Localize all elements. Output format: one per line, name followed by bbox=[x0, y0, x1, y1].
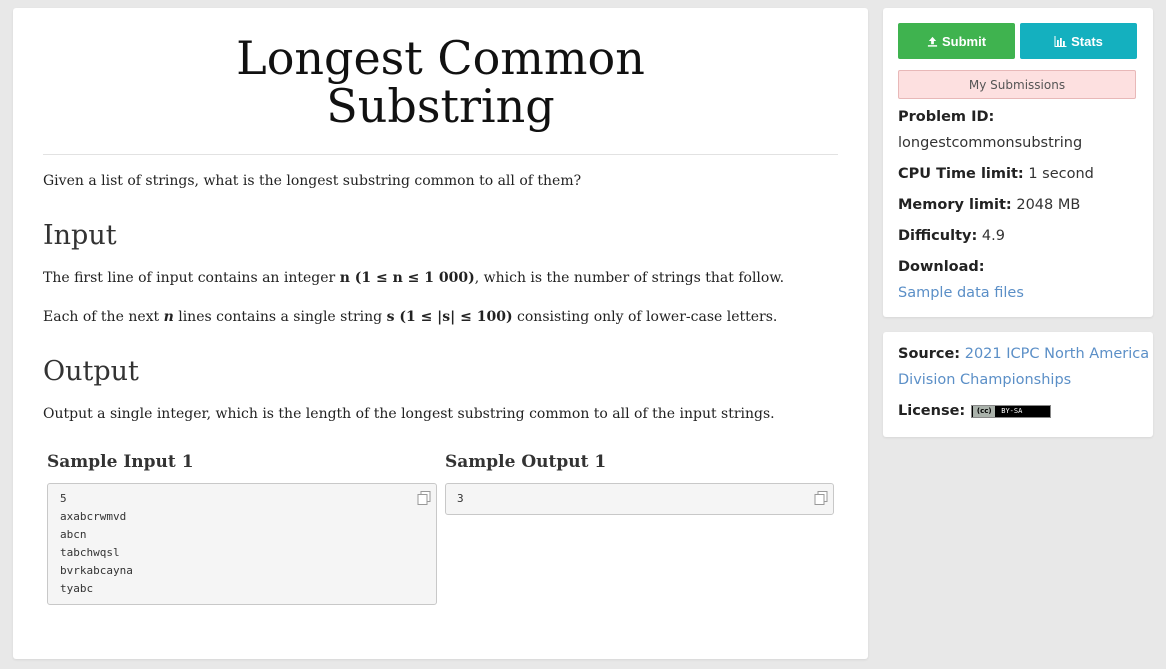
copy-icon[interactable] bbox=[813, 490, 829, 506]
stats-label: Stats bbox=[1071, 33, 1103, 49]
sample-output-heading: Sample Output 1 bbox=[445, 452, 607, 472]
memory-value: 2048 MB bbox=[1016, 197, 1081, 213]
input-p2-var-n: n bbox=[163, 309, 174, 325]
output-paragraph: Output a single integer, which is the le… bbox=[43, 406, 775, 422]
memory-label: Memory limit: bbox=[898, 197, 1012, 213]
input-heading: Input bbox=[43, 220, 117, 251]
cpu-time-limit: CPU Time limit: 1 second bbox=[898, 166, 1094, 182]
input-p2-text-end: consisting only of lower-case letters. bbox=[512, 309, 778, 325]
problem-title-line1: Longest Common bbox=[236, 31, 645, 85]
sample-data-link[interactable]: Sample data files bbox=[898, 285, 1024, 301]
license-badge[interactable]: (cc) BY-SA bbox=[971, 404, 1052, 418]
problem-statement: Given a list of strings, what is the lon… bbox=[43, 173, 582, 189]
download-label: Download: bbox=[898, 259, 985, 275]
memory-limit: Memory limit: 2048 MB bbox=[898, 197, 1080, 213]
sample-output-box[interactable]: 3 bbox=[445, 483, 834, 515]
source-link[interactable]: 2021 ICPC North America bbox=[965, 346, 1149, 362]
problem-card: Longest Common Substring Given a list of… bbox=[13, 8, 868, 659]
license-badge-text: BY-SA bbox=[1001, 407, 1023, 415]
sample-line: 5 bbox=[60, 492, 67, 505]
input-p1-text: The first line of input contains an inte… bbox=[43, 270, 340, 286]
sample-input-box[interactable]: 5 axabcrwmvd abcn tabchwqsl bvrkabcayna tyabc bbox=[47, 483, 437, 605]
input-p2-text: Each of the next bbox=[43, 309, 164, 325]
sample-line: 3 bbox=[457, 492, 464, 505]
cpu-value: 1 second bbox=[1028, 166, 1094, 182]
input-p1-text-end: , which is the number of strings that fo… bbox=[474, 270, 785, 286]
problem-id-label: Problem ID: bbox=[898, 109, 995, 125]
input-p1-math: n (1 ≤ n ≤ 1 000) bbox=[339, 270, 475, 286]
my-submissions-button[interactable]: My Submissions bbox=[898, 70, 1136, 99]
submit-button[interactable]: Submit bbox=[898, 23, 1015, 59]
sample-output-lines: 3 bbox=[457, 490, 833, 508]
sample-line: tyabc bbox=[60, 582, 94, 595]
copy-icon[interactable] bbox=[416, 490, 432, 506]
problem-title: Longest Common Substring bbox=[43, 34, 838, 130]
sample-line: tabchwqsl bbox=[60, 546, 120, 559]
source-label: Source: bbox=[898, 346, 961, 362]
sample-input-heading: Sample Input 1 bbox=[47, 452, 194, 472]
difficulty: Difficulty: 4.9 bbox=[898, 228, 1005, 244]
sample-line: bvrkabcayna bbox=[60, 564, 133, 577]
input-p2-math: s (1 ≤ |s| ≤ 100) bbox=[386, 309, 513, 325]
sample-line: axabcrwmvd bbox=[60, 510, 127, 523]
sample-line: abcn bbox=[60, 528, 87, 541]
input-paragraph-2: Each of the next n lines contains a sing… bbox=[43, 309, 843, 325]
cpu-label: CPU Time limit: bbox=[898, 166, 1024, 182]
license-label: License: bbox=[898, 403, 966, 419]
output-heading: Output bbox=[43, 356, 139, 387]
difficulty-value: 4.9 bbox=[981, 228, 1005, 244]
sample-input-lines: 5 axabcrwmvd abcn tabchwqsl bvrkabcayna tyabc bbox=[60, 490, 436, 598]
cc-icon: (cc) bbox=[973, 405, 996, 417]
upload-icon bbox=[927, 36, 938, 47]
bar-chart-icon bbox=[1054, 35, 1067, 47]
problem-id-value: longestcommonsubstring bbox=[898, 135, 1083, 151]
title-divider bbox=[43, 154, 838, 155]
input-p2-text-mid: lines contains a single string bbox=[173, 309, 387, 325]
source-license-card: Source: 2021 ICPC North America Division… bbox=[883, 332, 1153, 437]
stats-button[interactable]: Stats bbox=[1020, 23, 1137, 59]
source-line: Source: 2021 ICPC North America bbox=[898, 346, 1149, 362]
input-paragraph-1: The first line of input contains an inte… bbox=[43, 270, 843, 286]
problem-title-line2: Substring bbox=[326, 79, 555, 133]
submit-label: Submit bbox=[941, 33, 987, 49]
source-link-continued[interactable]: Division Championships bbox=[898, 372, 1071, 388]
problem-info-card: Submit Stats My Submissions Problem ID: … bbox=[883, 8, 1153, 317]
license-line: License: (cc) BY-SA bbox=[898, 403, 1052, 419]
difficulty-label: Difficulty: bbox=[898, 228, 978, 244]
